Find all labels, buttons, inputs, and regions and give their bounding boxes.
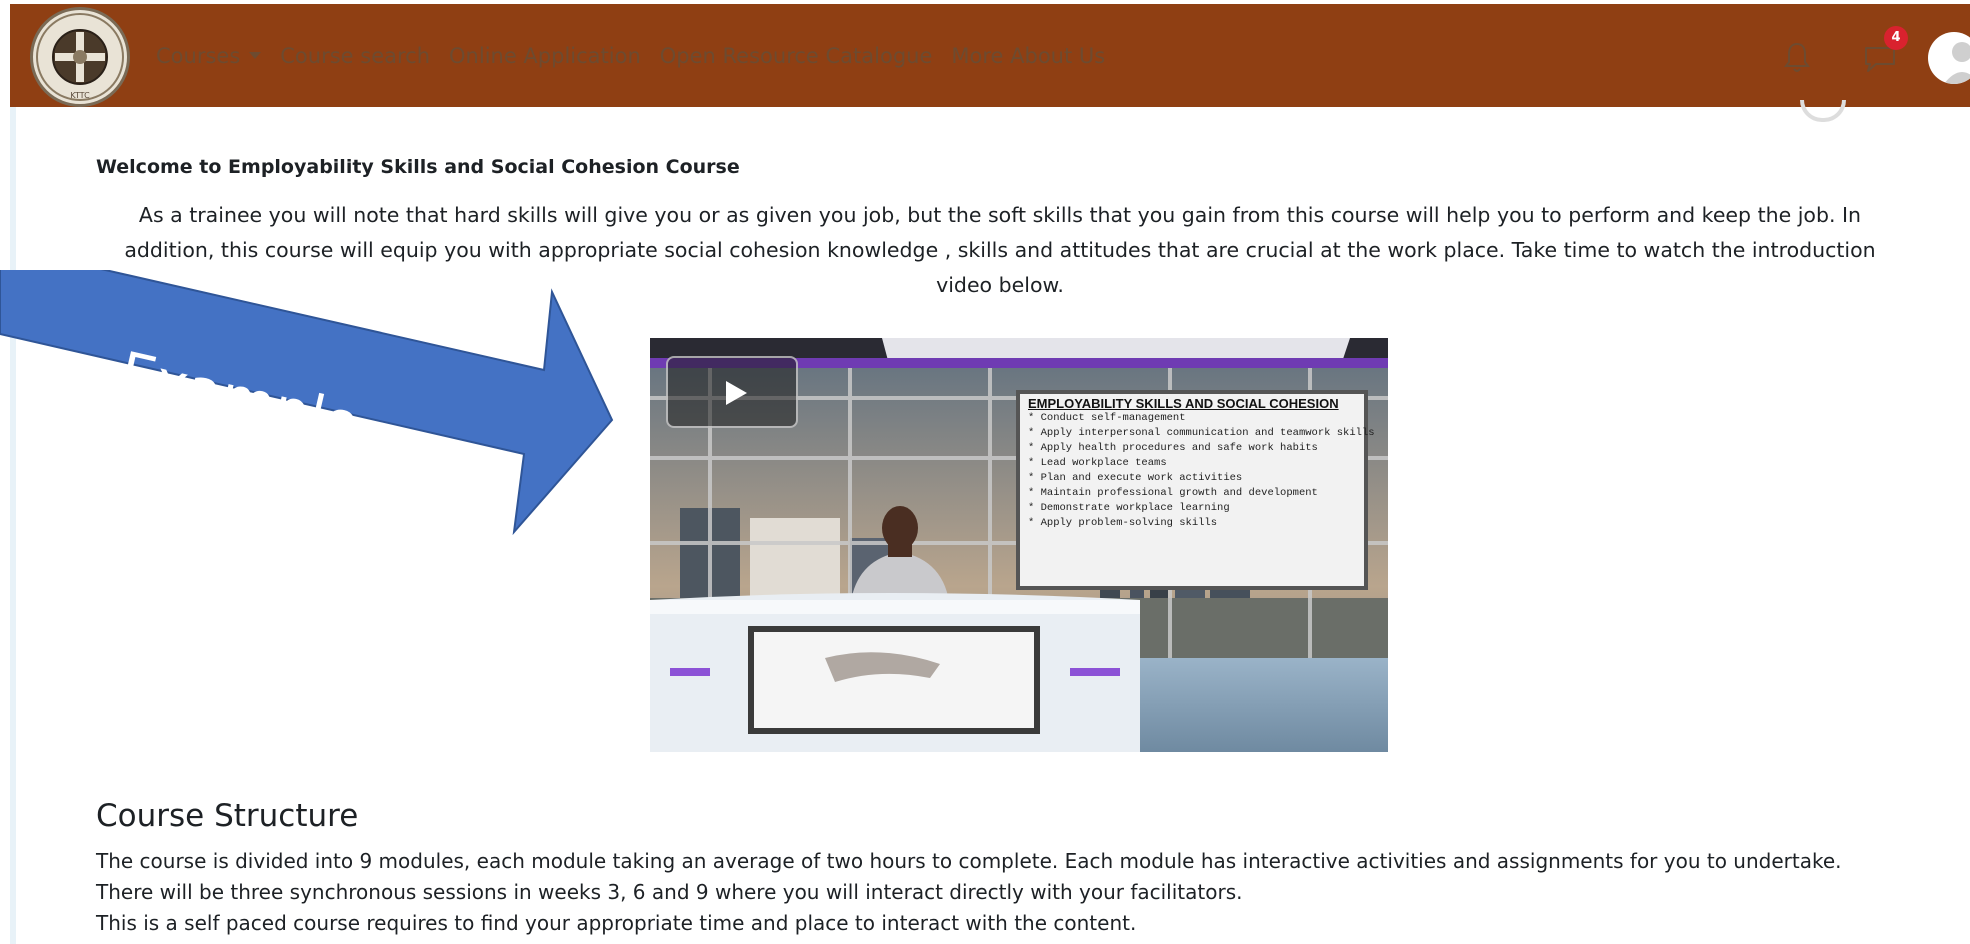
slide-item: * Demonstrate workplace learning <box>1028 502 1230 514</box>
intro-video[interactable]: EMPLOYABILITY SKILLS AND SOCIAL COHESION… <box>650 338 1388 752</box>
course-structure-text: The course is divided into 9 modules, ea… <box>96 846 1896 939</box>
top-navbar: KTTC Courses Course search Online Applic… <box>10 4 1970 107</box>
slide-item: * Maintain professional growth and devel… <box>1028 487 1318 499</box>
slide-title: EMPLOYABILITY SKILLS AND SOCIAL COHESION <box>1028 396 1339 411</box>
self-paced-paragraph: This is a self paced course requires to … <box>96 911 1137 935</box>
nav-open-resource-catalogue[interactable]: Open Resource Catalogue <box>660 44 933 68</box>
nav-more-about-us[interactable]: More About Us <box>951 44 1105 68</box>
slide-item: * Apply interpersonal communication and … <box>1028 427 1375 439</box>
college-logo[interactable]: KTTC <box>30 7 130 107</box>
play-icon[interactable] <box>666 356 798 428</box>
main-nav: Courses Course search Online Application… <box>156 4 1124 107</box>
loading-ring <box>1800 100 1846 122</box>
slide-item: * Conduct self-management <box>1028 412 1186 424</box>
welcome-title: Welcome to Employability Skills and Soci… <box>96 156 740 178</box>
slide-item: * Plan and execute work activities <box>1028 472 1243 484</box>
user-avatar-icon[interactable] <box>1928 32 1970 84</box>
course-structure-heading: Course Structure <box>96 798 359 834</box>
messages-badge: 4 <box>1884 26 1908 50</box>
logo-emblem-icon: KTTC <box>36 13 124 101</box>
nav-online-application[interactable]: Online Application <box>449 44 641 68</box>
caret-down-icon <box>249 52 262 59</box>
video-slide-board: EMPLOYABILITY SKILLS AND SOCIAL COHESION… <box>1016 390 1375 590</box>
bell-icon[interactable] <box>1782 40 1812 76</box>
course-structure-paragraph: The course is divided into 9 modules, ea… <box>96 849 1842 904</box>
slide-item: * Apply health procedures and safe work … <box>1028 442 1318 454</box>
nav-courses-label: Courses <box>156 43 241 68</box>
slide-item: * Apply problem-solving skills <box>1028 517 1218 529</box>
nav-course-search[interactable]: Course search <box>280 44 430 68</box>
nav-courses[interactable]: Courses <box>156 43 262 68</box>
svg-text:KTTC: KTTC <box>70 91 90 100</box>
slide-item: * Lead workplace teams <box>1028 457 1167 469</box>
